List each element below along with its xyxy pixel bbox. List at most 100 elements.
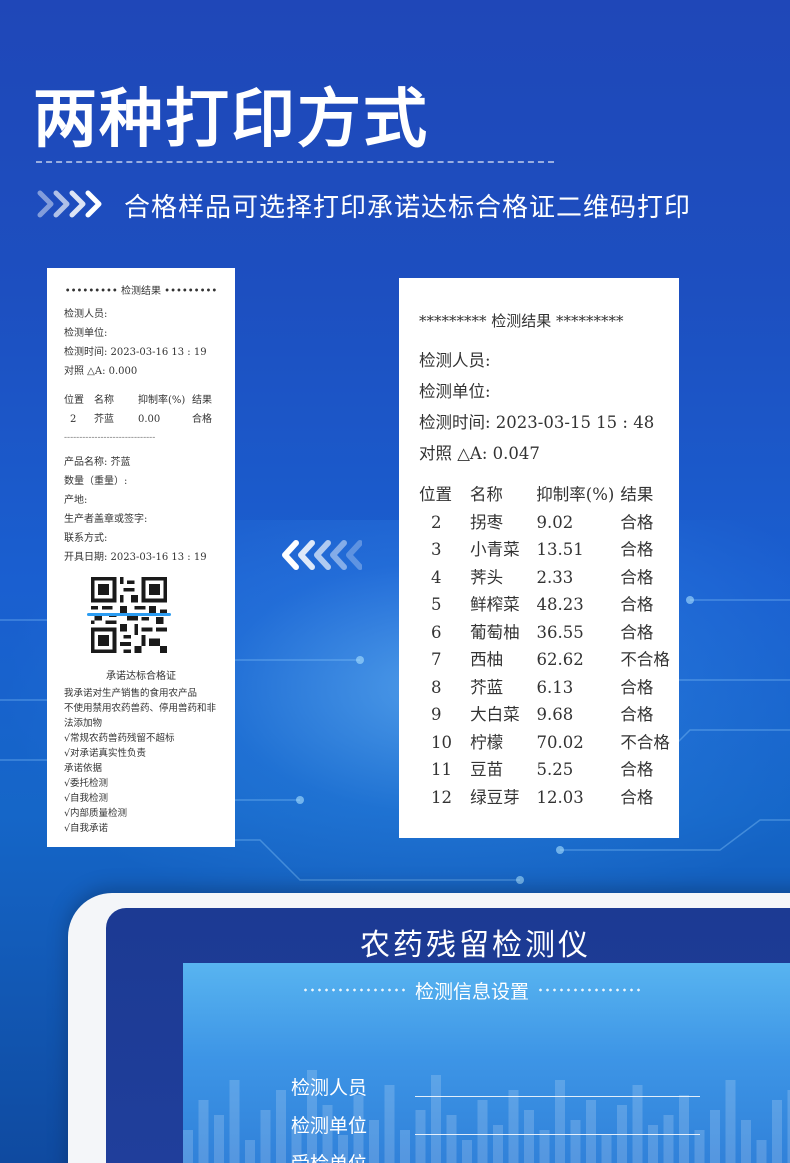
equalizer-bar <box>446 1115 457 1163</box>
quantity-line: 数量（重量）: <box>64 476 128 487</box>
promise-line: √委托检测 <box>64 778 109 789</box>
equalizer-bar <box>415 1110 426 1163</box>
result-table-header: 位置 名称 抑制率(%) 结果 <box>64 391 235 410</box>
result-table-body: 2 拐枣 9.02 合格 3 小青菜 13.51 合格 4 荠头 2.33 合格 5 鲜榨菜 48.23 合格… <box>419 509 679 812</box>
unit-line: 检测单位: <box>419 382 491 401</box>
equalizer-bar <box>245 1140 255 1163</box>
screen-title: 检测信息设置 <box>415 980 530 1003</box>
inspector-input[interactable] <box>415 1096 700 1097</box>
col-name: 名称 <box>469 485 503 504</box>
qr-code-icon <box>87 577 171 653</box>
table-row: 2 拐枣 9.02 合格 <box>419 509 679 537</box>
dots-decoration <box>302 987 407 993</box>
field-label-unit: 检测单位 <box>291 1115 368 1137</box>
table-row: 7 西柚 62.62 不合格 <box>419 646 679 674</box>
equalizer-bar <box>710 1110 720 1163</box>
cell-name: 葡萄柚 <box>470 622 520 642</box>
equalizer-bar <box>508 1090 519 1163</box>
scan-line <box>87 613 171 616</box>
promise-line: √常规农药兽药残留不超标 <box>64 733 175 744</box>
contact-line: 联系方式: <box>64 533 108 544</box>
equalizer-bar <box>586 1100 596 1163</box>
promise-line: 不使用禁用农药兽药、停用兽药和非 <box>64 703 217 714</box>
cell-inhibition: 70.02 <box>536 732 584 752</box>
screen-header: 检测信息设置 <box>302 973 643 1007</box>
cell-name: 荠头 <box>470 567 504 587</box>
cell-position: 7 <box>431 650 442 669</box>
equalizer-bar <box>229 1080 240 1163</box>
equalizer-bar <box>756 1140 767 1163</box>
field-label-inspected-unit: 受检单位 <box>291 1149 367 1163</box>
cell-name: 拐枣 <box>470 512 504 532</box>
cell-inhibition: 9.02 <box>536 512 574 532</box>
control-line: 对照 △A: 0.047 <box>419 444 540 463</box>
receipt-header: ••••••••• 检测结果 ••••••••• <box>64 286 218 297</box>
cell-inhibition: 2.33 <box>536 567 574 587</box>
cell-result: 合格 <box>620 705 654 724</box>
promise-line: 法添加物 <box>64 718 103 729</box>
promise-line: √内部质量检测 <box>64 808 128 819</box>
equalizer-bar <box>384 1085 395 1163</box>
equalizer-bar <box>183 1130 193 1163</box>
cell-inhibition: 12.03 <box>536 787 584 807</box>
cell-inhibition: 13.51 <box>536 540 584 559</box>
cell-inhibition: 6.13 <box>536 677 574 697</box>
cell-name: 大白菜 <box>470 705 520 724</box>
table-row: 5 鲜榨菜 48.23 合格 <box>419 591 679 619</box>
equalizer-bar <box>214 1115 224 1163</box>
cell-result: 合格 <box>620 595 654 614</box>
col-position: 位置 <box>64 395 84 406</box>
dots-decoration <box>537 987 643 993</box>
inspector-line: 检测人员: <box>64 309 108 320</box>
cell-name: 芥蓝 <box>94 414 114 425</box>
equalizer-bar <box>741 1120 751 1163</box>
equalizer-bar <box>400 1130 410 1163</box>
promise-line: √对承诺真实性负责 <box>64 748 147 759</box>
cell-inhibition: 62.62 <box>536 650 584 669</box>
promise-title: 承诺达标合格证 <box>106 671 176 682</box>
cell-inhibition: 36.55 <box>536 622 584 642</box>
result-table-header: 位置 名称 抑制率(%) 结果 <box>419 481 679 509</box>
equalizer-bar <box>276 1090 286 1163</box>
cell-position: 5 <box>431 595 442 614</box>
cell-inhibition: 0.00 <box>138 414 161 425</box>
table-row: 3 小青菜 13.51 合格 <box>419 536 679 564</box>
table-row: 10 柠檬 70.02 不合格 <box>419 729 679 757</box>
equalizer-bar <box>493 1125 503 1163</box>
inspector-line: 检测人员: <box>419 351 491 370</box>
cell-name: 西柚 <box>470 650 504 669</box>
table-row: 6 葡萄柚 36.55 合格 <box>419 619 679 647</box>
cell-inhibition: 5.25 <box>536 760 574 779</box>
table-row: 4 荠头 2.33 合格 <box>419 564 679 592</box>
col-result: 结果 <box>192 395 212 406</box>
promise-line: √自我检测 <box>64 793 109 804</box>
table-row: 12 绿豆芽 12.03 合格 <box>419 784 679 812</box>
cell-result: 合格 <box>620 622 654 642</box>
receipt-results: ********* 检测结果 ********* 检测人员: 检测单位: 检测时… <box>399 278 679 838</box>
equalizer-bar <box>369 1120 379 1163</box>
receipt-separator: ------------------------------ <box>64 433 156 443</box>
issue-date-line: 开具日期: 2023-03-16 13 : 19 <box>64 552 207 563</box>
equalizer-bar <box>198 1100 209 1163</box>
equalizer-bar <box>772 1100 782 1163</box>
unit-input[interactable] <box>415 1134 700 1135</box>
unit-line: 检测单位: <box>64 328 108 339</box>
equalizer-bar <box>601 1135 612 1163</box>
col-inhibition: 抑制率(%) <box>536 485 615 504</box>
col-position: 位置 <box>419 485 452 504</box>
col-result: 结果 <box>620 485 654 504</box>
cell-result: 不合格 <box>620 650 670 669</box>
col-inhibition: 抑制率(%) <box>138 395 186 406</box>
cell-result: 不合格 <box>620 732 670 752</box>
equalizer-bar <box>648 1125 658 1163</box>
equalizer-bar <box>431 1075 441 1163</box>
control-line: 对照 △A: 0.000 <box>64 366 138 377</box>
promise-line: √自我承诺 <box>64 823 109 834</box>
chevron-right-icon <box>37 190 102 218</box>
table-row: 2 芥蓝 0.00 合格 <box>64 410 235 429</box>
cell-position: 12 <box>431 787 452 807</box>
cell-position: 10 <box>431 732 452 752</box>
origin-line: 产地: <box>64 495 88 506</box>
equalizer-bar <box>477 1100 488 1163</box>
equalizer-decoration <box>183 1070 790 1163</box>
